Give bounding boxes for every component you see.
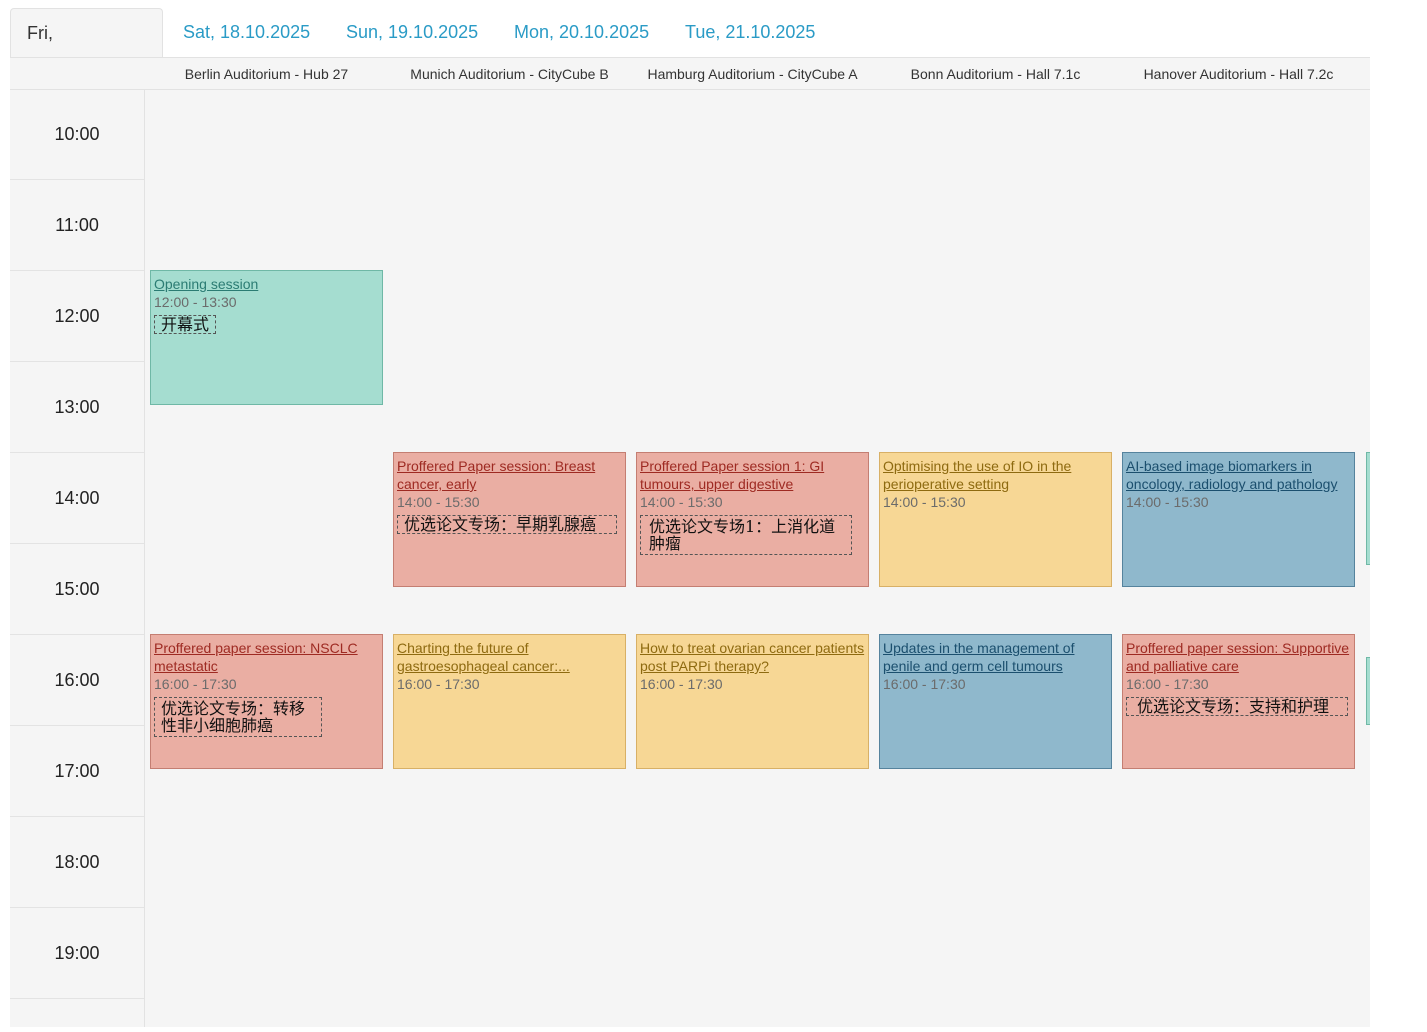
hour-label: 16:00	[10, 635, 144, 726]
session-title[interactable]: Proffered Paper session 1: GI tumours, u…	[640, 457, 865, 493]
session-title[interactable]: Charting the future of gastroesophageal …	[397, 639, 622, 675]
session-card[interactable]: Proffered paper session: Supportive and …	[1122, 634, 1355, 769]
session-card[interactable]: Proffered Paper session 1: GI tumours, u…	[636, 452, 869, 587]
session-card[interactable]: Optimising the use of IO in the perioper…	[879, 452, 1112, 587]
session-time: 14:00 - 15:30	[397, 494, 480, 510]
tab-sat[interactable]: Sat, 18.10.2025	[167, 8, 326, 58]
tab-tue[interactable]: Tue, 21.10.2025	[669, 8, 831, 58]
session-title[interactable]: AI-based image biomarkers in oncology, r…	[1126, 457, 1351, 493]
session-card[interactable]: Updates in the management of penile and …	[879, 634, 1112, 769]
room-bonn: Bonn Auditorium - Hall 7.1c	[910, 66, 1081, 82]
offscreen-session-edge[interactable]	[1366, 657, 1370, 725]
session-time: 14:00 - 15:30	[1126, 494, 1209, 510]
session-time: 16:00 - 17:30	[1126, 676, 1209, 692]
tab-mon[interactable]: Mon, 20.10.2025	[498, 8, 665, 58]
session-card[interactable]: AI-based image biomarkers in oncology, r…	[1122, 452, 1355, 587]
session-title[interactable]: How to treat ovarian cancer patients pos…	[640, 639, 865, 675]
offscreen-session-edge[interactable]	[1366, 452, 1370, 565]
session-card[interactable]: How to treat ovarian cancer patients pos…	[636, 634, 869, 769]
tab-fri[interactable]: Fri, 17.10.2025	[10, 8, 163, 91]
tab-sun[interactable]: Sun, 19.10.2025	[330, 8, 494, 58]
room-hamburg: Hamburg Auditorium - CityCube A	[647, 66, 858, 82]
session-title[interactable]: Proffered Paper session: Breast cancer, …	[397, 457, 622, 493]
hour-label: 18:00	[10, 817, 144, 908]
room-header: Berlin Auditorium - Hub 27 Munich Audito…	[10, 57, 1370, 90]
session-card[interactable]: Proffered paper session: NSCLC metastati…	[150, 634, 383, 769]
session-time: 16:00 - 17:30	[397, 676, 480, 692]
session-title[interactable]: Updates in the management of penile and …	[883, 639, 1108, 675]
session-time: 14:00 - 15:30	[640, 494, 723, 510]
session-translation: 开幕式	[154, 315, 217, 334]
session-translation: 优选论文专场：转移性非小细胞肺癌	[154, 697, 322, 737]
schedule-board: Berlin Auditorium - Hub 27 Munich Audito…	[10, 57, 1370, 1027]
day-tabs: Fri, 17.10.2025 Sat, 18.10.2025 Sun, 19.…	[10, 8, 1370, 91]
hour-label: 11:00	[10, 180, 144, 271]
session-time: 16:00 - 17:30	[640, 676, 723, 692]
room-berlin: Berlin Auditorium - Hub 27	[184, 66, 349, 82]
hour-label: 19:00	[10, 908, 144, 999]
hour-label: 14:00	[10, 453, 144, 544]
session-card[interactable]: Proffered Paper session: Breast cancer, …	[393, 452, 626, 587]
hour-label: 12:00	[10, 271, 144, 362]
session-translation: 优选论文专场：早期乳腺癌	[397, 515, 617, 534]
session-card[interactable]: Opening session 12:00 - 13:30 开幕式	[150, 270, 383, 405]
session-time: 16:00 - 17:30	[154, 676, 237, 692]
session-card[interactable]: Charting the future of gastroesophageal …	[393, 634, 626, 769]
session-title[interactable]: Optimising the use of IO in the perioper…	[883, 457, 1108, 493]
session-translation: 优选论文专场：支持和护理	[1126, 697, 1348, 716]
room-hanover: Hanover Auditorium - Hall 7.2c	[1143, 66, 1334, 82]
session-title[interactable]: Proffered paper session: NSCLC metastati…	[154, 639, 379, 675]
session-time: 14:00 - 15:30	[883, 494, 966, 510]
hour-label: 10:00	[10, 89, 144, 180]
session-time: 16:00 - 17:30	[883, 676, 966, 692]
session-title[interactable]: Proffered paper session: Supportive and …	[1126, 639, 1351, 675]
session-translation: 优选论文专场1：上消化道肿瘤	[640, 515, 852, 555]
hour-label: 13:00	[10, 362, 144, 453]
time-column: 10:00 11:00 12:00 13:00 14:00 15:00 16:0…	[10, 89, 145, 1027]
session-time: 12:00 - 13:30	[154, 294, 237, 310]
hour-label: 15:00	[10, 544, 144, 635]
hour-label: 17:00	[10, 726, 144, 817]
room-munich: Munich Auditorium - CityCube B	[410, 66, 609, 82]
session-title[interactable]: Opening session	[154, 275, 379, 293]
